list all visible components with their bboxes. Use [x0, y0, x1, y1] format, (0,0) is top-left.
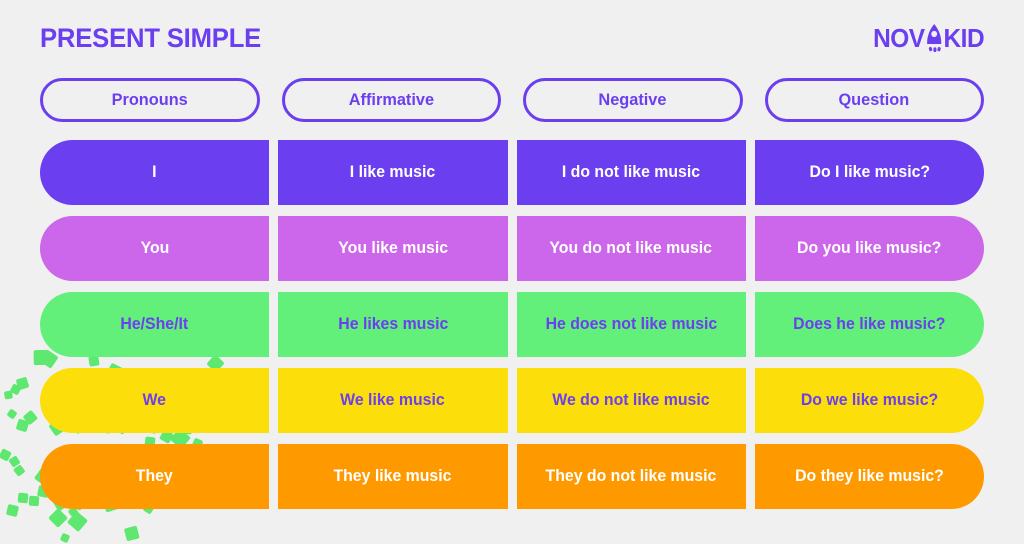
cell-pronoun: They	[40, 444, 270, 509]
header-bar: PRESENT SIMPLE NOV KID	[40, 0, 984, 76]
cell-text: Do you like music?	[797, 238, 942, 257]
cell-affirmative: We like music	[278, 368, 508, 433]
cell-text: You	[140, 238, 169, 257]
cell-text: They	[136, 466, 174, 485]
cell-text: I do not like music	[562, 162, 701, 181]
cell-text: They like music	[333, 466, 452, 485]
cell-text: He/She/It	[120, 314, 189, 333]
column-header-question[interactable]: Question	[764, 78, 984, 122]
cell-pronoun: We	[40, 368, 270, 433]
cell-question: Do you like music?	[754, 216, 984, 281]
cell-text: We like music	[340, 390, 446, 409]
cell-pronoun: You	[40, 216, 270, 281]
cell-text: He likes music	[337, 314, 448, 333]
column-header-label: Pronouns	[111, 90, 188, 109]
grammar-chart-page: PRESENT SIMPLE NOV KID Pronouns Affirmati…	[0, 0, 1024, 536]
cell-negative: I do not like music	[516, 140, 746, 205]
cell-negative: They do not like music	[516, 444, 746, 509]
table-row: We We like music We do not like music Do we…	[40, 368, 984, 433]
column-header-label: Affirmative	[348, 90, 434, 109]
cell-text: Does he like music?	[793, 314, 946, 333]
cell-pronoun: He/She/It	[40, 292, 270, 357]
column-header-label: Negative	[598, 90, 667, 109]
cell-text: I like music	[350, 162, 436, 181]
column-header-row: Pronouns Affirmative Negative Question	[40, 78, 984, 122]
table-row: They They like music They do not like musi…	[40, 444, 984, 509]
cell-text: We	[142, 390, 167, 409]
cell-negative: You do not like music	[516, 216, 746, 281]
cell-text: You like music	[337, 238, 448, 257]
cell-text: They do not like music	[545, 466, 717, 485]
cell-question: Does he like music?	[754, 292, 984, 357]
column-header-affirmative[interactable]: Affirmative	[281, 78, 501, 122]
rocket-icon	[924, 23, 945, 53]
column-header-negative[interactable]: Negative	[523, 78, 743, 122]
cell-question: Do they like music?	[754, 444, 984, 509]
table-row: I I like music I do not like music Do I lik…	[40, 140, 984, 205]
cell-question: Do I like music?	[754, 140, 984, 205]
conjugation-table: I I like music I do not like music Do I lik…	[40, 140, 984, 509]
table-row: He/She/It He likes music He does not like …	[40, 292, 984, 357]
logo-text-after: KID	[943, 22, 984, 53]
cell-text: I	[152, 162, 157, 181]
column-header-label: Question	[838, 90, 910, 109]
cell-affirmative: I like music	[278, 140, 508, 205]
cell-negative: He does not like music	[516, 292, 746, 357]
cell-text: You do not like music	[549, 238, 713, 257]
logo-text-before: NOV	[872, 22, 925, 53]
cell-negative: We do not like music	[516, 368, 746, 433]
cell-affirmative: You like music	[278, 216, 508, 281]
cell-text: Do I like music?	[809, 162, 930, 181]
cell-affirmative: He likes music	[278, 292, 508, 357]
cell-affirmative: They like music	[278, 444, 508, 509]
cell-text: We do not like music	[552, 390, 710, 409]
cell-text: Do they like music?	[794, 466, 944, 485]
cell-pronoun: I	[40, 140, 270, 205]
cell-text: He does not like music	[545, 314, 717, 333]
table-row: You You like music You do not like music Do…	[40, 216, 984, 281]
cell-question: Do we like music?	[754, 368, 984, 433]
page-title: PRESENT SIMPLE	[40, 22, 262, 53]
novakid-logo: NOV KID	[872, 22, 985, 54]
cell-text: Do we like music?	[800, 390, 939, 409]
column-header-pronouns[interactable]: Pronouns	[40, 78, 260, 122]
